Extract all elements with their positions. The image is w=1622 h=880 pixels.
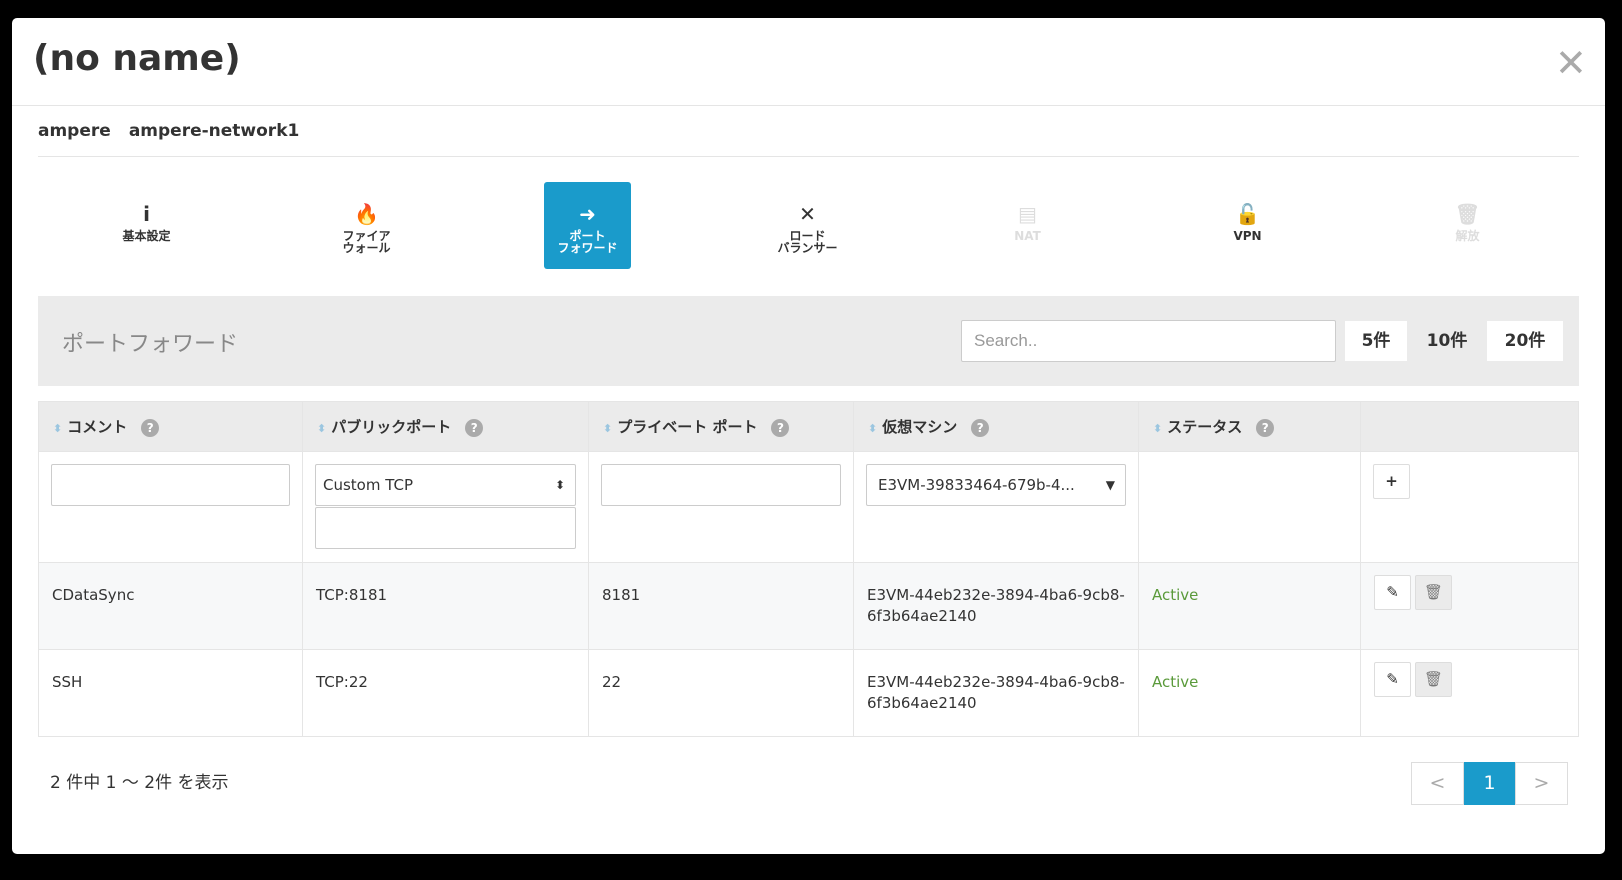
header-actions (1360, 401, 1579, 452)
dialog-title: (no name) (33, 38, 241, 79)
sort-icon: ⬍ (1153, 422, 1163, 435)
divider (12, 105, 1605, 106)
cell-private-port: 22 (588, 649, 854, 737)
header-label: ステータス (1167, 418, 1243, 436)
cell-vm: E3VM-44eb232e-3894-4ba6-9cb8-6f3b64ae214… (853, 649, 1139, 737)
header-label: コメント (67, 418, 128, 436)
header-label: 仮想マシン (882, 418, 958, 436)
breadcrumb-item: ampere-network1 (128, 121, 300, 141)
firewall-icon: 🔥 (354, 202, 379, 226)
table-header: ⬍ コメント? ⬍ パブリックポート? ⬍ プライベート ポート? ⬍ 仮想マシン? ⬍… (38, 401, 1579, 452)
tab-firewall[interactable]: 🔥 ファイア ウォール (323, 182, 410, 269)
cell-public-port: TCP:8181 (302, 562, 589, 650)
delete-button[interactable]: 🗑 (1415, 575, 1452, 610)
header-private-port[interactable]: ⬍ プライベート ポート? (588, 401, 854, 452)
cell-public-port: TCP:22 (302, 649, 589, 737)
help-icon[interactable]: ? (141, 418, 160, 437)
nat-icon: ▤ (1018, 202, 1037, 226)
chevron-down-icon: ▼ (1105, 478, 1115, 492)
comment-input[interactable] (51, 464, 290, 506)
tab-nat[interactable]: ▤ NAT (984, 182, 1071, 269)
plus-icon: + (1385, 472, 1398, 490)
help-icon[interactable]: ? (971, 418, 990, 437)
load-balancer-icon: ✕ (799, 202, 816, 226)
port-forward-table: ⬍ コメント? ⬍ パブリックポート? ⬍ プライベート ポート? ⬍ 仮想マシン? ⬍… (38, 401, 1579, 737)
release-icon: 🗑 (1454, 202, 1481, 226)
edit-button[interactable]: ✎ (1374, 575, 1411, 610)
vm-select[interactable]: E3VM-39833464-679b-4... ▼ (866, 464, 1126, 506)
tab-port-forward[interactable]: ➜ ポート フォワード (544, 182, 631, 269)
header-public-port[interactable]: ⬍ パブリックポート? (302, 401, 589, 452)
header-comment[interactable]: ⬍ コメント? (38, 401, 303, 452)
cell-comment: SSH (38, 649, 303, 737)
protocol-select[interactable]: Custom TCP ⬍ (315, 464, 576, 506)
tab-release[interactable]: 🗑 解放 (1424, 182, 1511, 269)
tab-vpn[interactable]: 🔓 VPN (1204, 182, 1291, 269)
prev-page-button[interactable]: < (1411, 762, 1464, 805)
tab-label: VPN (1233, 229, 1262, 243)
cell-comment: CDataSync (38, 562, 303, 650)
page-size-20[interactable]: 20件 (1487, 321, 1563, 361)
private-port-input[interactable] (601, 464, 841, 506)
breadcrumb-item: ampere (38, 121, 111, 141)
basic-settings-icon: i (143, 202, 150, 226)
cell-status: Active (1138, 562, 1361, 650)
table-row: SSH TCP:22 22 E3VM-44eb232e-3894-4ba6-9c… (38, 649, 1579, 737)
help-icon[interactable]: ? (771, 418, 790, 437)
sort-icon: ⬍ (53, 422, 63, 435)
delete-button[interactable]: 🗑 (1415, 662, 1452, 697)
search-input[interactable] (961, 320, 1336, 362)
vm-value: E3VM-39833464-679b-4... (878, 476, 1075, 494)
protocol-value: Custom TCP (323, 476, 414, 494)
trash-icon: 🗑 (1423, 583, 1444, 601)
add-button[interactable]: + (1373, 464, 1410, 499)
edit-button[interactable]: ✎ (1374, 662, 1411, 697)
tab-basic-settings[interactable]: i 基本設定 (103, 182, 190, 269)
breadcrumb: ampere ampere-network1 (38, 121, 317, 141)
page-size-5[interactable]: 5件 (1345, 321, 1407, 361)
tab-label: フォワード (557, 241, 618, 255)
sort-icon: ⬍ (603, 422, 613, 435)
help-icon[interactable]: ? (465, 418, 484, 437)
tab-label: バランサー (777, 241, 838, 255)
header-status[interactable]: ⬍ ステータス? (1138, 401, 1361, 452)
vpn-icon: 🔓 (1235, 202, 1260, 226)
page-1-button[interactable]: 1 (1464, 762, 1515, 805)
port-forward-dialog: (no name) ✕ ampere ampere-network1 i 基本設定… (12, 18, 1605, 854)
tab-label: 解放 (1455, 229, 1480, 243)
cell-status: Active (1138, 649, 1361, 737)
public-port-input[interactable] (315, 507, 576, 549)
divider (38, 156, 1579, 157)
tab-label: 基本設定 (122, 229, 171, 243)
toolbar-panel: ポートフォワード 5件 10件 20件 (38, 296, 1579, 386)
header-label: パブリックポート (331, 418, 452, 436)
close-icon[interactable]: ✕ (1555, 44, 1587, 82)
pencil-icon: ✎ (1386, 670, 1399, 688)
port-forward-icon: ➜ (579, 202, 596, 226)
table-row: CDataSync TCP:8181 8181 E3VM-44eb232e-38… (38, 562, 1579, 650)
pencil-icon: ✎ (1386, 583, 1399, 601)
table-summary: 2 件中 1 ～ 2件 を表示 (50, 773, 229, 793)
page-size-10[interactable]: 10件 (1407, 321, 1487, 361)
help-icon[interactable]: ? (1256, 418, 1275, 437)
sort-icon: ⬍ (317, 422, 327, 435)
trash-icon: 🗑 (1423, 670, 1444, 688)
header-label: プライベート ポート (617, 418, 758, 436)
tab-load-balancer[interactable]: ✕ ロード バランサー (764, 182, 851, 269)
header-vm[interactable]: ⬍ 仮想マシン? (853, 401, 1139, 452)
tab-label: ウォール (342, 241, 391, 255)
tab-label: NAT (1014, 229, 1041, 243)
panel-title: ポートフォワード (62, 332, 239, 357)
cell-private-port: 8181 (588, 562, 854, 650)
sort-icon: ⬍ (868, 422, 878, 435)
new-entry-row: Custom TCP ⬍ E3VM-39833464-679b-4... ▼ + (38, 451, 1579, 563)
next-page-button[interactable]: > (1515, 762, 1568, 805)
select-arrows-icon: ⬍ (554, 478, 565, 492)
cell-vm: E3VM-44eb232e-3894-4ba6-9cb8-6f3b64ae214… (853, 562, 1139, 650)
